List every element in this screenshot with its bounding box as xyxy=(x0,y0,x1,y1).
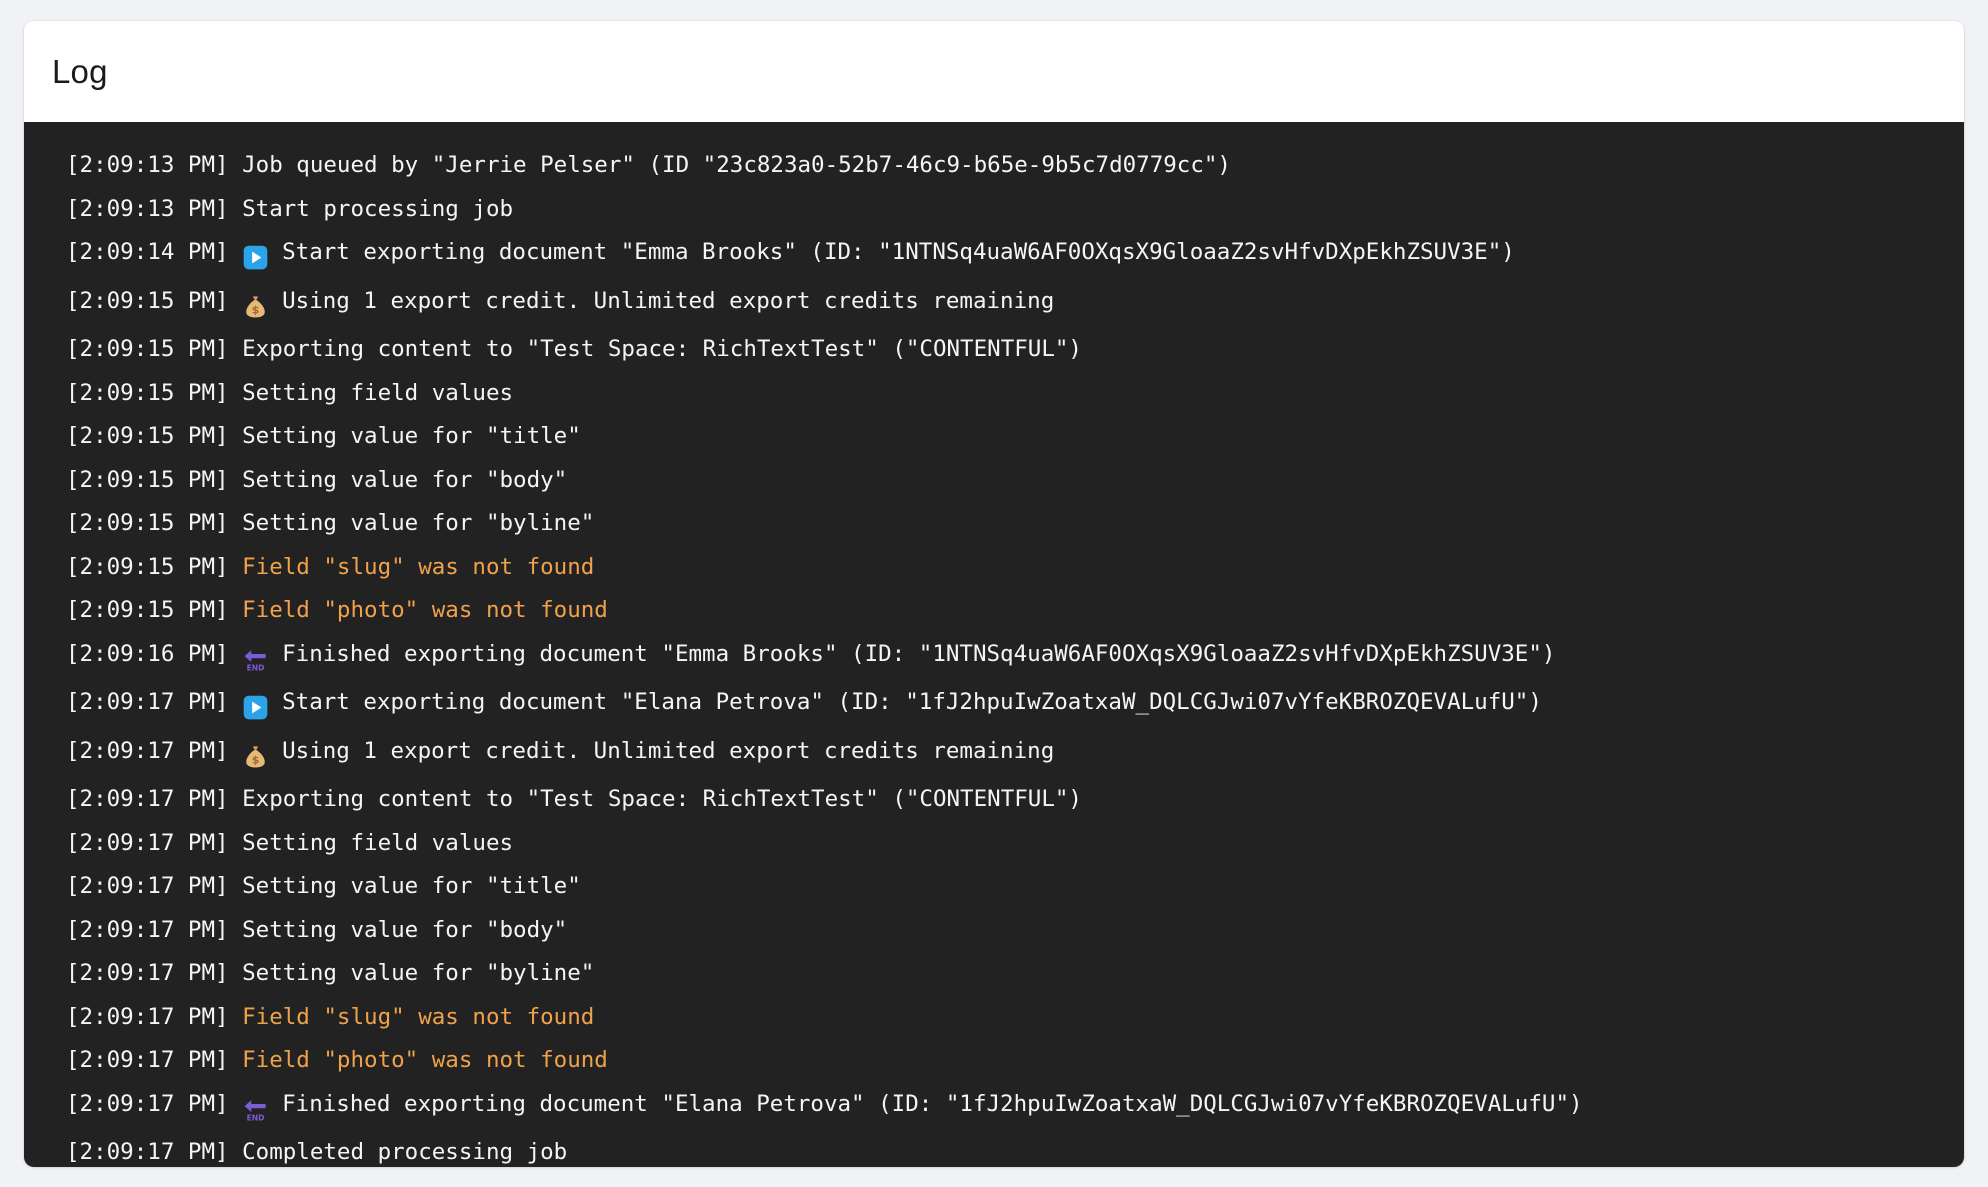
log-line: [2:09:15 PM] Setting field values xyxy=(24,372,1964,416)
log-message: Setting value for "byline" xyxy=(242,960,595,986)
log-message: Setting value for "body" xyxy=(242,916,568,943)
log-line: [2:09:17 PM] $ Using 1 export credit. Unl… xyxy=(24,730,1964,779)
log-line: [2:09:15 PM] Setting value for "body" xyxy=(24,459,1964,503)
log-timestamp: [2:09:17 PM] xyxy=(66,916,229,943)
log-line: [2:09:15 PM] Setting value for "byline" xyxy=(24,502,1964,546)
log-timestamp: [2:09:17 PM] xyxy=(66,873,229,899)
log-message: Setting value for "byline" xyxy=(242,510,595,536)
log-card: Log [2:09:13 PM] Job queued by "Jerrie P… xyxy=(24,21,1964,1167)
svg-text:END: END xyxy=(247,1113,265,1122)
log-timestamp: [2:09:17 PM] xyxy=(66,1090,229,1117)
log-timestamp: [2:09:17 PM] xyxy=(66,1047,229,1073)
log-message: Setting value for "body" xyxy=(242,466,568,493)
log-line: [2:09:13 PM] Start processing job xyxy=(24,188,1964,232)
log-message: Finished exporting document "Emma Brooks… xyxy=(282,640,1556,667)
log-line: [2:09:13 PM] Job queued by "Jerrie Pelse… xyxy=(24,144,1964,188)
log-line: [2:09:17 PM] Completed processing job xyxy=(24,1131,1964,1167)
log-timestamp: [2:09:17 PM] xyxy=(66,1139,229,1165)
log-timestamp: [2:09:13 PM] xyxy=(66,152,229,178)
log-timestamp: [2:09:15 PM] xyxy=(66,379,229,406)
log-line: [2:09:17 PM] Exporting content to "Test … xyxy=(24,778,1964,822)
log-timestamp: [2:09:15 PM] xyxy=(66,336,229,362)
log-timestamp: [2:09:17 PM] xyxy=(66,786,229,812)
log-message: Setting value for "title" xyxy=(242,873,581,899)
log-message: Job queued by "Jerrie Pelser" (ID "23c82… xyxy=(242,152,1231,178)
log-timestamp: [2:09:17 PM] xyxy=(66,1003,229,1030)
money-bag-icon: $ xyxy=(242,735,282,779)
log-message: Setting field values xyxy=(242,829,514,856)
log-line: [2:09:17 PM] Setting field values xyxy=(24,822,1964,866)
log-console[interactable]: [2:09:13 PM] Job queued by "Jerrie Pelse… xyxy=(24,122,1964,1167)
log-timestamp: [2:09:15 PM] xyxy=(66,553,229,580)
log-line: [2:09:15 PM] Exporting content to "Test … xyxy=(24,328,1964,372)
log-timestamp: [2:09:16 PM] xyxy=(66,640,229,667)
log-message: Setting field values xyxy=(242,379,514,406)
log-timestamp: [2:09:17 PM] xyxy=(66,960,229,986)
log-line: [2:09:15 PM] Field "photo" was not found xyxy=(24,589,1964,633)
log-timestamp: [2:09:15 PM] xyxy=(66,510,229,536)
log-line: [2:09:15 PM] $ Using 1 export credit. Unl… xyxy=(24,280,1964,329)
svg-text:$: $ xyxy=(252,753,260,766)
end-arrow-icon: END xyxy=(242,1088,282,1132)
log-message: Exporting content to "Test Space: RichTe… xyxy=(242,786,1082,812)
card-header: Log xyxy=(24,21,1964,122)
page-root: Log [2:09:13 PM] Job queued by "Jerrie P… xyxy=(0,0,1988,1187)
log-line: [2:09:17 PM] Setting value for "body" xyxy=(24,909,1964,953)
log-message: Start processing job xyxy=(242,195,514,222)
log-timestamp: [2:09:15 PM] xyxy=(66,423,229,449)
log-message: Start exporting document "Emma Brooks" (… xyxy=(282,239,1515,265)
log-message: Finished exporting document "Elana Petro… xyxy=(282,1090,1583,1117)
log-message: Field "photo" was not found xyxy=(242,1047,608,1073)
log-timestamp: [2:09:17 PM] xyxy=(66,689,229,715)
log-timestamp: [2:09:13 PM] xyxy=(66,195,229,222)
log-timestamp: [2:09:15 PM] xyxy=(66,597,229,623)
log-message: Setting value for "title" xyxy=(242,423,581,449)
money-bag-icon: $ xyxy=(242,285,282,329)
log-line: [2:09:17 PM] Field "slug" was not found xyxy=(24,996,1964,1040)
log-timestamp: [2:09:17 PM] xyxy=(66,829,229,856)
log-timestamp: [2:09:15 PM] xyxy=(66,466,229,493)
log-line: [2:09:14 PM] Start exporting document "E… xyxy=(24,231,1964,280)
play-button-icon xyxy=(242,236,282,280)
end-arrow-icon: END xyxy=(242,638,282,682)
log-message: Completed processing job xyxy=(242,1139,568,1165)
log-line: [2:09:15 PM] Setting value for "title" xyxy=(24,415,1964,459)
log-line: [2:09:15 PM] Field "slug" was not found xyxy=(24,546,1964,590)
log-message: Field "slug" was not found xyxy=(242,553,595,580)
log-line: [2:09:17 PM] END Finished exporting docum… xyxy=(24,1083,1964,1132)
log-message: Start exporting document "Elana Petrova"… xyxy=(282,689,1542,715)
log-message: Field "slug" was not found xyxy=(242,1003,595,1030)
log-message: Exporting content to "Test Space: RichTe… xyxy=(242,336,1082,362)
log-message: Using 1 export credit. Unlimited export … xyxy=(282,737,1055,764)
log-timestamp: [2:09:14 PM] xyxy=(66,239,229,265)
log-line: [2:09:16 PM] END Finished exporting docum… xyxy=(24,633,1964,682)
log-line: [2:09:17 PM] Field "photo" was not found xyxy=(24,1039,1964,1083)
svg-text:$: $ xyxy=(252,303,260,316)
log-line: [2:09:17 PM] Setting value for "byline" xyxy=(24,952,1964,996)
log-message: Field "photo" was not found xyxy=(242,597,608,623)
page-title: Log xyxy=(52,52,108,90)
log-message: Using 1 export credit. Unlimited export … xyxy=(282,287,1055,314)
log-line: [2:09:17 PM] Start exporting document "E… xyxy=(24,681,1964,730)
log-timestamp: [2:09:15 PM] xyxy=(66,287,229,314)
svg-text:END: END xyxy=(247,663,265,672)
log-timestamp: [2:09:17 PM] xyxy=(66,737,229,764)
play-button-icon xyxy=(242,686,282,730)
log-line: [2:09:17 PM] Setting value for "title" xyxy=(24,865,1964,909)
